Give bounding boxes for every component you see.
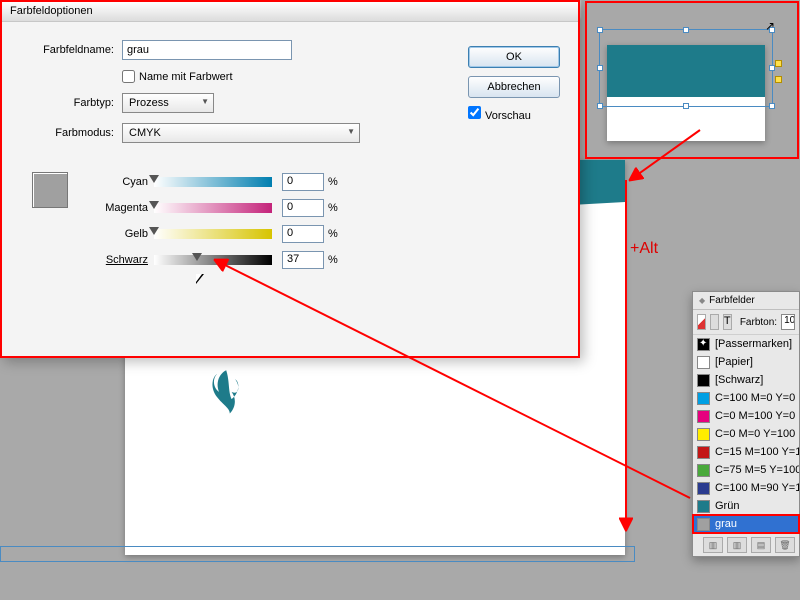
- new-swatch-icon[interactable]: ▥: [703, 537, 723, 553]
- trash-icon[interactable]: 🗑: [775, 537, 795, 553]
- swatch-row[interactable]: Grün: [693, 497, 799, 515]
- swatch-chip: [697, 428, 710, 441]
- swatch-row[interactable]: C=15 M=100 Y=100 K=0: [693, 443, 799, 461]
- swatch-label: C=15 M=100 Y=100 K=0: [715, 446, 799, 458]
- tint-value[interactable]: 100: [781, 314, 795, 330]
- swatch-row[interactable]: grau: [693, 515, 799, 533]
- swatches-panel-tab[interactable]: Farbfelder: [693, 292, 799, 310]
- swatch-chip: [697, 392, 710, 405]
- swatch-chip: [697, 338, 710, 351]
- swatch-label: [Schwarz]: [715, 374, 763, 386]
- new-page-icon[interactable]: ▤: [751, 537, 771, 553]
- swatch-label: C=0 M=100 Y=0 K=0: [715, 410, 799, 422]
- swatches-panel: Farbfelder T Farbton: 100 [Passermarken]…: [692, 291, 800, 557]
- fill-icon[interactable]: [697, 314, 706, 330]
- swatch-row[interactable]: C=0 M=100 Y=0 K=0: [693, 407, 799, 425]
- swatch-list: [Passermarken] [Papier] [Schwarz] C=100 M=0…: [693, 335, 799, 533]
- swatch-row[interactable]: [Schwarz]: [693, 371, 799, 389]
- swatch-chip: [697, 464, 710, 477]
- swatch-row[interactable]: C=100 M=0 Y=0 K=0: [693, 389, 799, 407]
- tint-label: Farbton:: [740, 317, 777, 328]
- swatch-chip: [697, 500, 710, 513]
- swatch-label: C=100 M=90 Y=10 K=0: [715, 482, 799, 494]
- swatch-chip: [697, 518, 710, 531]
- swatch-chip: [697, 356, 710, 369]
- swatch-label: [Papier]: [715, 356, 753, 368]
- swatch-row[interactable]: C=0 M=0 Y=100 K=0: [693, 425, 799, 443]
- text-swatch-icon[interactable]: T: [723, 314, 732, 330]
- swatch-label: [Passermarken]: [715, 338, 792, 350]
- swatch-row[interactable]: [Passermarken]: [693, 335, 799, 353]
- new-swatch2-icon[interactable]: ▥: [727, 537, 747, 553]
- swatch-chip: [697, 410, 710, 423]
- swatch-chip: [697, 374, 710, 387]
- swatch-label: C=100 M=0 Y=0 K=0: [715, 392, 799, 404]
- stroke-icon[interactable]: [710, 314, 719, 330]
- swatch-row[interactable]: [Papier]: [693, 353, 799, 371]
- swatch-chip: [697, 482, 710, 495]
- swatch-row[interactable]: C=75 M=5 Y=100 K=0: [693, 461, 799, 479]
- swatch-chip: [697, 446, 710, 459]
- swatch-label: C=75 M=5 Y=100 K=0: [715, 464, 799, 476]
- swatch-label: Grün: [715, 500, 739, 512]
- swatch-label: grau: [715, 518, 737, 530]
- swatch-row[interactable]: C=100 M=90 Y=10 K=0: [693, 479, 799, 497]
- swatch-label: C=0 M=0 Y=100 K=0: [715, 428, 799, 440]
- annotation-arrows: [0, 0, 800, 600]
